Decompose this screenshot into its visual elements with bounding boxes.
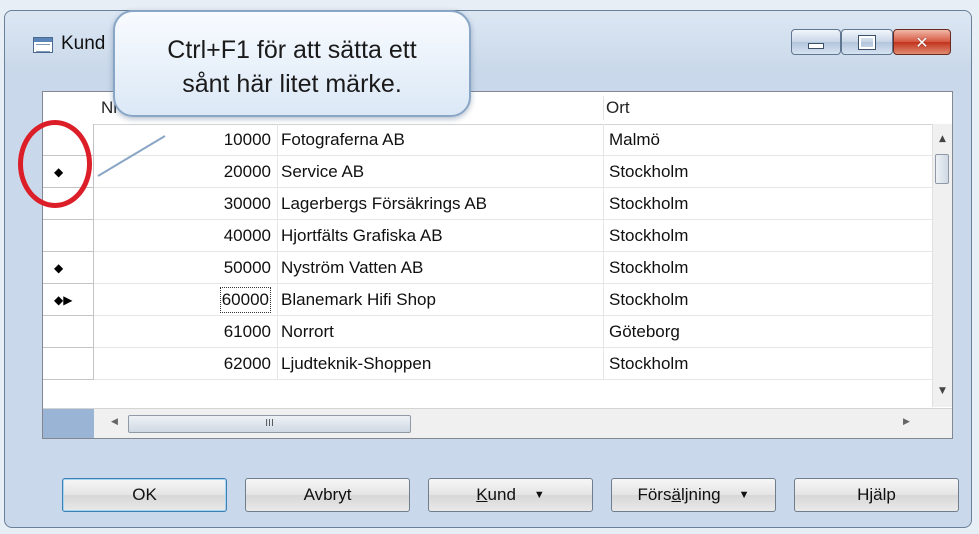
minimize-icon	[808, 43, 824, 49]
cell-namn[interactable]: Blanemark Hifi Shop	[277, 284, 603, 316]
scroll-down-icon[interactable]: ▼	[933, 386, 952, 396]
cell-ort[interactable]: Stockholm	[603, 188, 933, 220]
vertical-scroll-thumb[interactable]	[935, 154, 949, 184]
cell-ort[interactable]: Stockholm	[603, 252, 933, 284]
row-selector-footer	[43, 409, 94, 438]
close-button[interactable]: ✕	[893, 29, 951, 55]
cell-namn[interactable]: Fotograferna AB	[277, 124, 603, 156]
kund-menu-button[interactable]: Kund ▼	[428, 478, 593, 512]
cell-ort[interactable]: Stockholm	[603, 220, 933, 252]
cell-namn[interactable]: Lagerbergs Försäkrings AB	[277, 188, 603, 220]
customer-grid[interactable]: Nr Namn Ort 10000 Fotograferna AB Malmö …	[42, 91, 953, 439]
tooltip-callout: Ctrl+F1 för att sätta ett sånt här litet…	[113, 10, 471, 117]
table-row[interactable]: 40000 Hjortfälts Grafiska AB Stockholm	[43, 220, 933, 252]
table-row[interactable]: 62000 Ljudteknik-Shoppen Stockholm	[43, 348, 933, 380]
cell-nr-focused[interactable]: 60000	[94, 284, 277, 316]
column-header-ort[interactable]: Ort	[606, 92, 630, 124]
row-selector[interactable]	[43, 348, 94, 380]
cell-nr[interactable]: 20000	[94, 156, 277, 188]
sales-label: Försäljning	[637, 485, 721, 504]
row-selector[interactable]	[43, 316, 94, 348]
horizontal-scrollbar[interactable]: ◀ III ▶	[43, 408, 952, 438]
scroll-up-icon[interactable]: ▲	[933, 134, 952, 144]
cell-nr[interactable]: 61000	[94, 316, 277, 348]
cell-ort[interactable]: Göteborg	[603, 316, 933, 348]
row-selector[interactable]: ◆	[43, 252, 94, 284]
maximize-icon	[858, 34, 876, 50]
kund-label: Kund	[476, 485, 516, 504]
ok-button[interactable]: OK	[62, 478, 227, 512]
cancel-button[interactable]: Avbryt	[245, 478, 410, 512]
table-row[interactable]: ◆ 50000 Nyström Vatten AB Stockholm	[43, 252, 933, 284]
scroll-right-icon[interactable]: ▶	[903, 417, 910, 427]
cell-nr[interactable]: 30000	[94, 188, 277, 220]
cell-ort[interactable]: Stockholm	[603, 284, 933, 316]
table-row[interactable]: 10000 Fotograferna AB Malmö	[43, 124, 933, 156]
table-icon	[33, 37, 53, 53]
callout-line-2: sånt här litet märke.	[182, 70, 402, 98]
cell-nr[interactable]: 62000	[94, 348, 277, 380]
cell-nr[interactable]: 10000	[94, 124, 277, 156]
window-title: Kund	[61, 33, 106, 54]
cell-ort[interactable]: Stockholm	[603, 348, 933, 380]
chevron-down-icon: ▼	[738, 489, 750, 501]
cell-ort[interactable]: Stockholm	[603, 156, 933, 188]
table-row[interactable]: ◆ 20000 Service AB Stockholm	[43, 156, 933, 188]
horizontal-scroll-thumb[interactable]: III	[128, 415, 411, 433]
table-row[interactable]: 61000 Norrort Göteborg	[43, 316, 933, 348]
row-selector[interactable]	[43, 220, 94, 252]
highlight-circle	[18, 120, 92, 208]
vertical-scrollbar[interactable]: ▲ ▼	[932, 124, 952, 407]
cell-namn[interactable]: Hjortfälts Grafiska AB	[277, 220, 603, 252]
table-row-current[interactable]: ◆▶ 60000 Blanemark Hifi Shop Stockholm	[43, 284, 933, 316]
column-divider[interactable]	[603, 96, 604, 120]
focused-value[interactable]: 60000	[219, 287, 271, 313]
table-row[interactable]: 30000 Lagerbergs Försäkrings AB Stockhol…	[43, 188, 933, 220]
cell-namn[interactable]: Ljudteknik-Shoppen	[277, 348, 603, 380]
cell-namn[interactable]: Norrort	[277, 316, 603, 348]
sales-menu-button[interactable]: Försäljning ▼	[611, 478, 776, 512]
chevron-down-icon: ▼	[533, 489, 545, 501]
cell-nr[interactable]: 50000	[94, 252, 277, 284]
callout-line-1: Ctrl+F1 för att sätta ett	[167, 36, 417, 64]
row-selector-current[interactable]: ◆▶	[43, 284, 94, 316]
cell-ort[interactable]: Malmö	[603, 124, 933, 156]
maximize-button[interactable]	[841, 29, 893, 55]
help-button[interactable]: Hjälp	[794, 478, 959, 512]
cell-namn[interactable]: Nyström Vatten AB	[277, 252, 603, 284]
scroll-left-icon[interactable]: ◀	[111, 417, 118, 427]
close-icon: ✕	[915, 32, 929, 52]
cell-namn[interactable]: Service AB	[277, 156, 603, 188]
cell-nr[interactable]: 40000	[94, 220, 277, 252]
minimize-button[interactable]	[791, 29, 841, 55]
